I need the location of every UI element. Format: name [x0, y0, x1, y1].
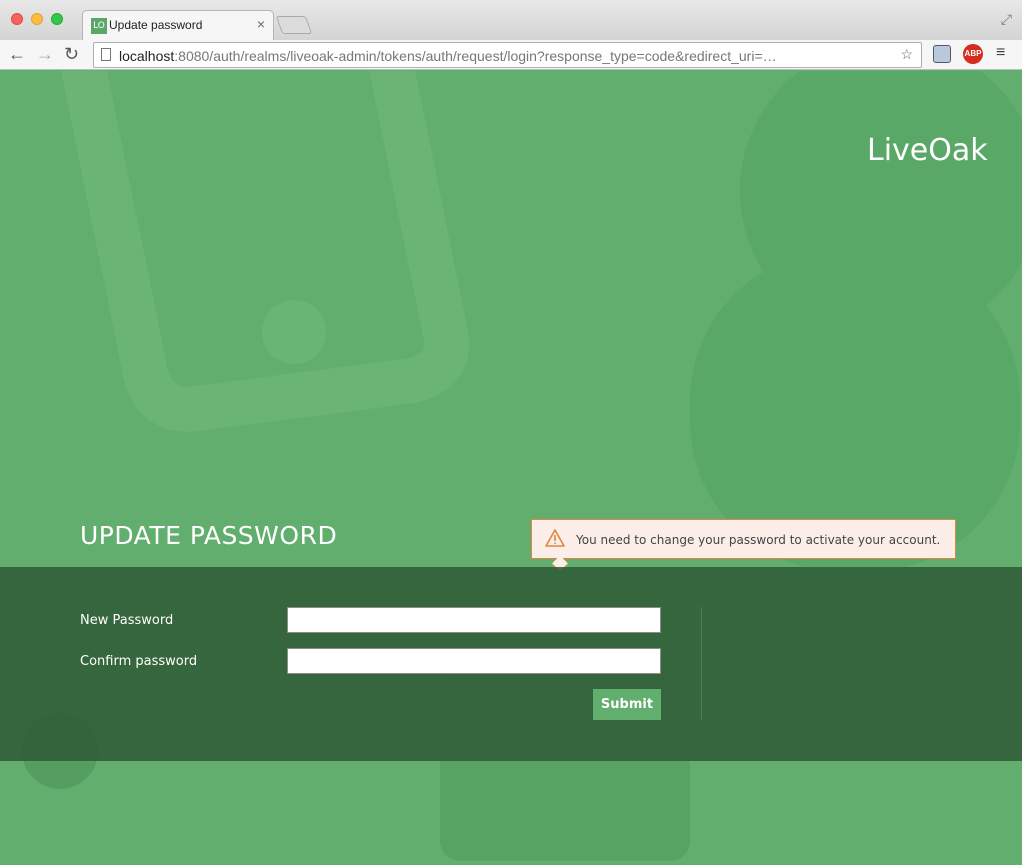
tab-close-icon[interactable]: × [257, 16, 265, 32]
vertical-divider [701, 607, 702, 720]
new-tab-button[interactable] [275, 16, 313, 34]
form-panel: New Password Confirm password Submit [0, 567, 1022, 761]
confirm-password-label: Confirm password [80, 654, 198, 669]
minimize-window-button[interactable] [31, 13, 43, 25]
new-password-input[interactable] [287, 607, 661, 633]
tab-favicon-icon: LO [91, 18, 107, 34]
confirm-password-input[interactable] [287, 648, 661, 674]
page-icon [101, 48, 111, 61]
address-bar[interactable]: localhost:8080/auth/realms/liveoak-admin… [93, 42, 922, 68]
hamburger-menu-icon[interactable]: ≡ [996, 44, 1005, 62]
zoom-window-button[interactable] [51, 13, 63, 25]
browser-titlebar: LO Update password × ⤢ [0, 0, 1022, 40]
reload-icon[interactable]: ↻ [64, 44, 79, 65]
warning-alert: You need to change your password to acti… [531, 519, 956, 573]
url-text: localhost:8080/auth/realms/liveoak-admin… [119, 48, 777, 64]
forward-arrow-icon[interactable]: → [36, 44, 54, 65]
brand-logo: LiveOak [867, 133, 988, 168]
new-password-label: New Password [80, 613, 174, 628]
fullscreen-icon[interactable]: ⤢ [1001, 11, 1012, 28]
page-content: LiveOak UPDATE PASSWORD You need to chan… [0, 71, 1022, 865]
adblock-icon[interactable]: ABP [963, 44, 983, 64]
page-title: UPDATE PASSWORD [80, 521, 338, 550]
back-arrow-icon[interactable]: ← [8, 44, 26, 65]
warning-icon [545, 529, 565, 547]
star-icon[interactable]: ☆ [900, 46, 913, 63]
submit-button[interactable]: Submit [593, 689, 661, 720]
close-window-button[interactable] [11, 13, 23, 25]
url-path: :8080/auth/realms/liveoak-admin/tokens/a… [174, 48, 777, 64]
browser-tab-active[interactable]: LO Update password × [82, 10, 274, 40]
browser-toolbar: ← → ↻ localhost:8080/auth/realms/liveoak… [0, 40, 1022, 70]
alert-message: You need to change your password to acti… [576, 533, 941, 547]
extension-icon[interactable] [933, 45, 951, 63]
tab-title: Update password [109, 18, 203, 32]
url-host: localhost [119, 48, 175, 64]
